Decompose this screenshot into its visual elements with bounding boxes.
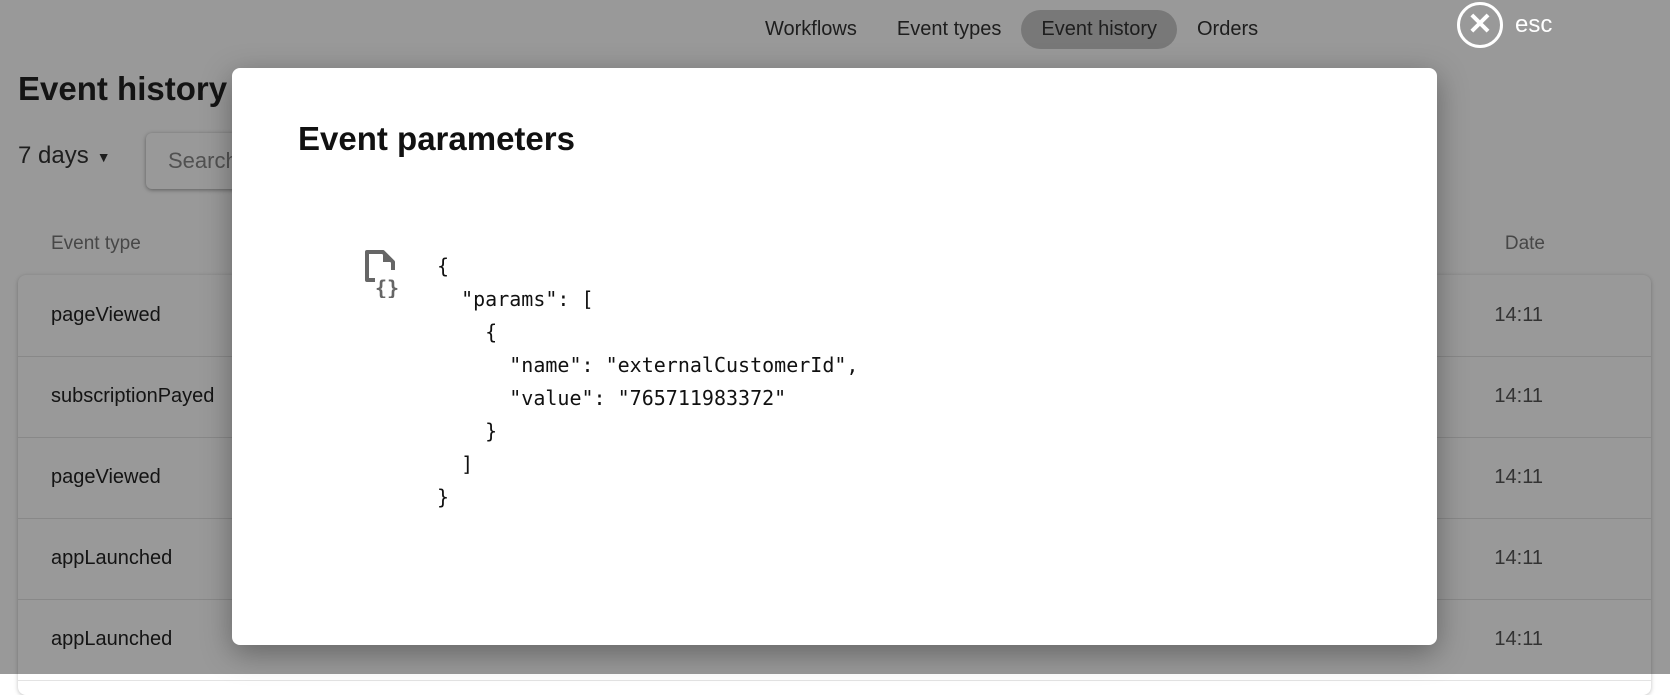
close-circle-icon: ✕	[1457, 2, 1503, 48]
close-label: esc	[1515, 11, 1553, 38]
event-params-json: { "params": [ { "name": "externalCustome…	[437, 254, 859, 509]
svg-text:{}: {}	[375, 276, 399, 298]
event-parameters-modal: Event parameters {} { "params": [ { "nam…	[232, 68, 1437, 645]
close-button[interactable]: ✕ esc	[1457, 2, 1552, 48]
modal-title: Event parameters	[298, 120, 575, 157]
json-file-icon: {}	[365, 250, 399, 298]
